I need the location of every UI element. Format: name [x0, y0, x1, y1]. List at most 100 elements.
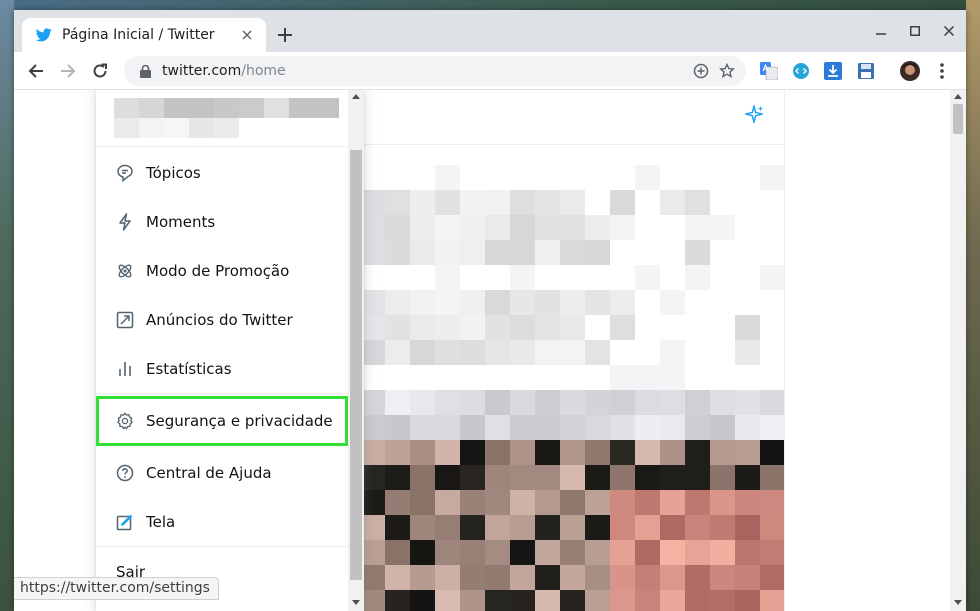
mosaic-cell — [760, 440, 784, 465]
mosaic-cell — [635, 265, 660, 290]
menu-item-display[interactable]: Tela — [96, 497, 348, 546]
mosaic-cell — [710, 390, 735, 415]
mosaic-cell — [510, 465, 535, 490]
mosaic-cell — [760, 540, 784, 565]
mosaic-cell — [585, 440, 610, 465]
mosaic-cell — [660, 290, 685, 315]
mosaic-cell — [485, 215, 510, 240]
mosaic-cell — [189, 98, 214, 118]
page-scroll-thumb[interactable] — [953, 104, 963, 134]
mosaic-cell — [735, 465, 760, 490]
mosaic-cell — [485, 440, 510, 465]
menu-item-analytics[interactable]: Estatísticas — [96, 344, 348, 393]
mosaic-cell — [460, 315, 485, 340]
mosaic-cell — [460, 290, 485, 315]
menu-item-label: Tela — [146, 512, 176, 531]
mosaic-cell — [385, 540, 410, 565]
menu-item-topics[interactable]: Tópicos — [96, 148, 348, 197]
mosaic-cell — [535, 540, 560, 565]
menu-item-help-center[interactable]: Central de Ajuda — [96, 448, 348, 497]
mosaic-cell — [710, 565, 735, 590]
mosaic-cell — [710, 465, 735, 490]
mosaic-cell — [435, 515, 460, 540]
mosaic-cell — [435, 465, 460, 490]
mosaic-cell — [485, 240, 510, 265]
more-menu-icon[interactable] — [930, 59, 954, 83]
mosaic-cell — [385, 290, 410, 315]
mosaic-cell — [164, 98, 189, 118]
mosaic-cell — [685, 415, 710, 440]
mosaic-cell — [560, 540, 585, 565]
mosaic-cell — [710, 415, 735, 440]
menu-item-moments[interactable]: Moments — [96, 197, 348, 246]
mosaic-cell — [485, 190, 510, 215]
scroll-down-arrow-icon[interactable] — [352, 600, 360, 605]
mosaic-cell — [435, 590, 460, 611]
address-bar[interactable]: twitter.com/home — [124, 56, 746, 86]
mosaic-cell — [685, 390, 710, 415]
mosaic-cell — [385, 415, 410, 440]
menu-item-promote-mode[interactable]: Modo de Promoção — [96, 246, 348, 295]
add-icon[interactable] — [688, 58, 714, 84]
bookmark-star-icon[interactable] — [714, 58, 740, 84]
translate-extension-icon[interactable] — [757, 59, 781, 83]
mosaic-cell — [710, 540, 735, 565]
mosaic-cell — [560, 340, 585, 365]
mosaic-cell — [435, 540, 460, 565]
mosaic-cell — [485, 290, 510, 315]
mosaic-cell — [735, 415, 760, 440]
forward-arrow-icon[interactable] — [54, 57, 82, 85]
account-header-blurred[interactable] — [96, 90, 348, 147]
mosaic-cell — [610, 490, 635, 515]
maximize-icon[interactable] — [898, 16, 932, 46]
mosaic-cell — [535, 240, 560, 265]
mosaic-cell — [610, 565, 635, 590]
mosaic-cell — [410, 515, 435, 540]
tab-close-icon[interactable] — [238, 26, 256, 44]
tab-twitter-home[interactable]: Página Inicial / Twitter — [22, 18, 266, 52]
mosaic-cell — [660, 440, 685, 465]
mosaic-cell — [385, 465, 410, 490]
mosaic-cell — [660, 465, 685, 490]
download-extension-icon[interactable] — [821, 59, 845, 83]
mosaic-cell — [385, 565, 410, 590]
mosaic-cell — [460, 415, 485, 440]
save-extension-icon[interactable] — [854, 59, 878, 83]
mosaic-cell — [535, 465, 560, 490]
mosaic-cell — [610, 390, 635, 415]
page-scrollbar[interactable] — [950, 90, 966, 611]
mosaic-cell — [635, 465, 660, 490]
mosaic-cell — [385, 190, 410, 215]
mosaic-cell — [610, 415, 635, 440]
mosaic-cell — [485, 390, 510, 415]
mosaic-cell — [510, 290, 535, 315]
menu-scrollbar[interactable] — [348, 90, 364, 611]
minimize-icon[interactable] — [864, 16, 898, 46]
scroll-up-arrow-icon[interactable] — [352, 94, 360, 99]
scroll-up-arrow-icon[interactable] — [954, 94, 962, 99]
mosaic-cell — [410, 415, 435, 440]
reload-icon[interactable] — [86, 57, 114, 85]
menu-item-twitter-ads[interactable]: Anúncios do Twitter — [96, 295, 348, 344]
mosaic-cell — [735, 315, 760, 340]
mosaic-cell — [735, 565, 760, 590]
close-window-icon[interactable] — [932, 16, 966, 46]
sparkle-top-tweets-icon[interactable] — [741, 102, 767, 128]
code-extension-icon[interactable] — [789, 59, 813, 83]
new-tab-plus-icon[interactable] — [274, 24, 296, 46]
mosaic-cell — [610, 215, 635, 240]
mosaic-cell — [635, 440, 660, 465]
profile-avatar[interactable] — [898, 59, 922, 83]
mosaic-cell — [560, 465, 585, 490]
mosaic-cell — [535, 415, 560, 440]
mosaic-cell — [560, 215, 585, 240]
scroll-down-arrow-icon[interactable] — [954, 600, 962, 605]
mosaic-cell — [435, 315, 460, 340]
back-arrow-icon[interactable] — [22, 57, 50, 85]
mosaic-cell — [610, 540, 635, 565]
menu-item-security-privacy[interactable]: Segurança e privacidade — [96, 396, 348, 446]
menu-scroll-thumb[interactable] — [350, 150, 362, 580]
mosaic-cell — [410, 465, 435, 490]
menu-list: Tópicos Moments Modo de Promoção Anúncio… — [96, 148, 348, 596]
mosaic-cell — [560, 290, 585, 315]
